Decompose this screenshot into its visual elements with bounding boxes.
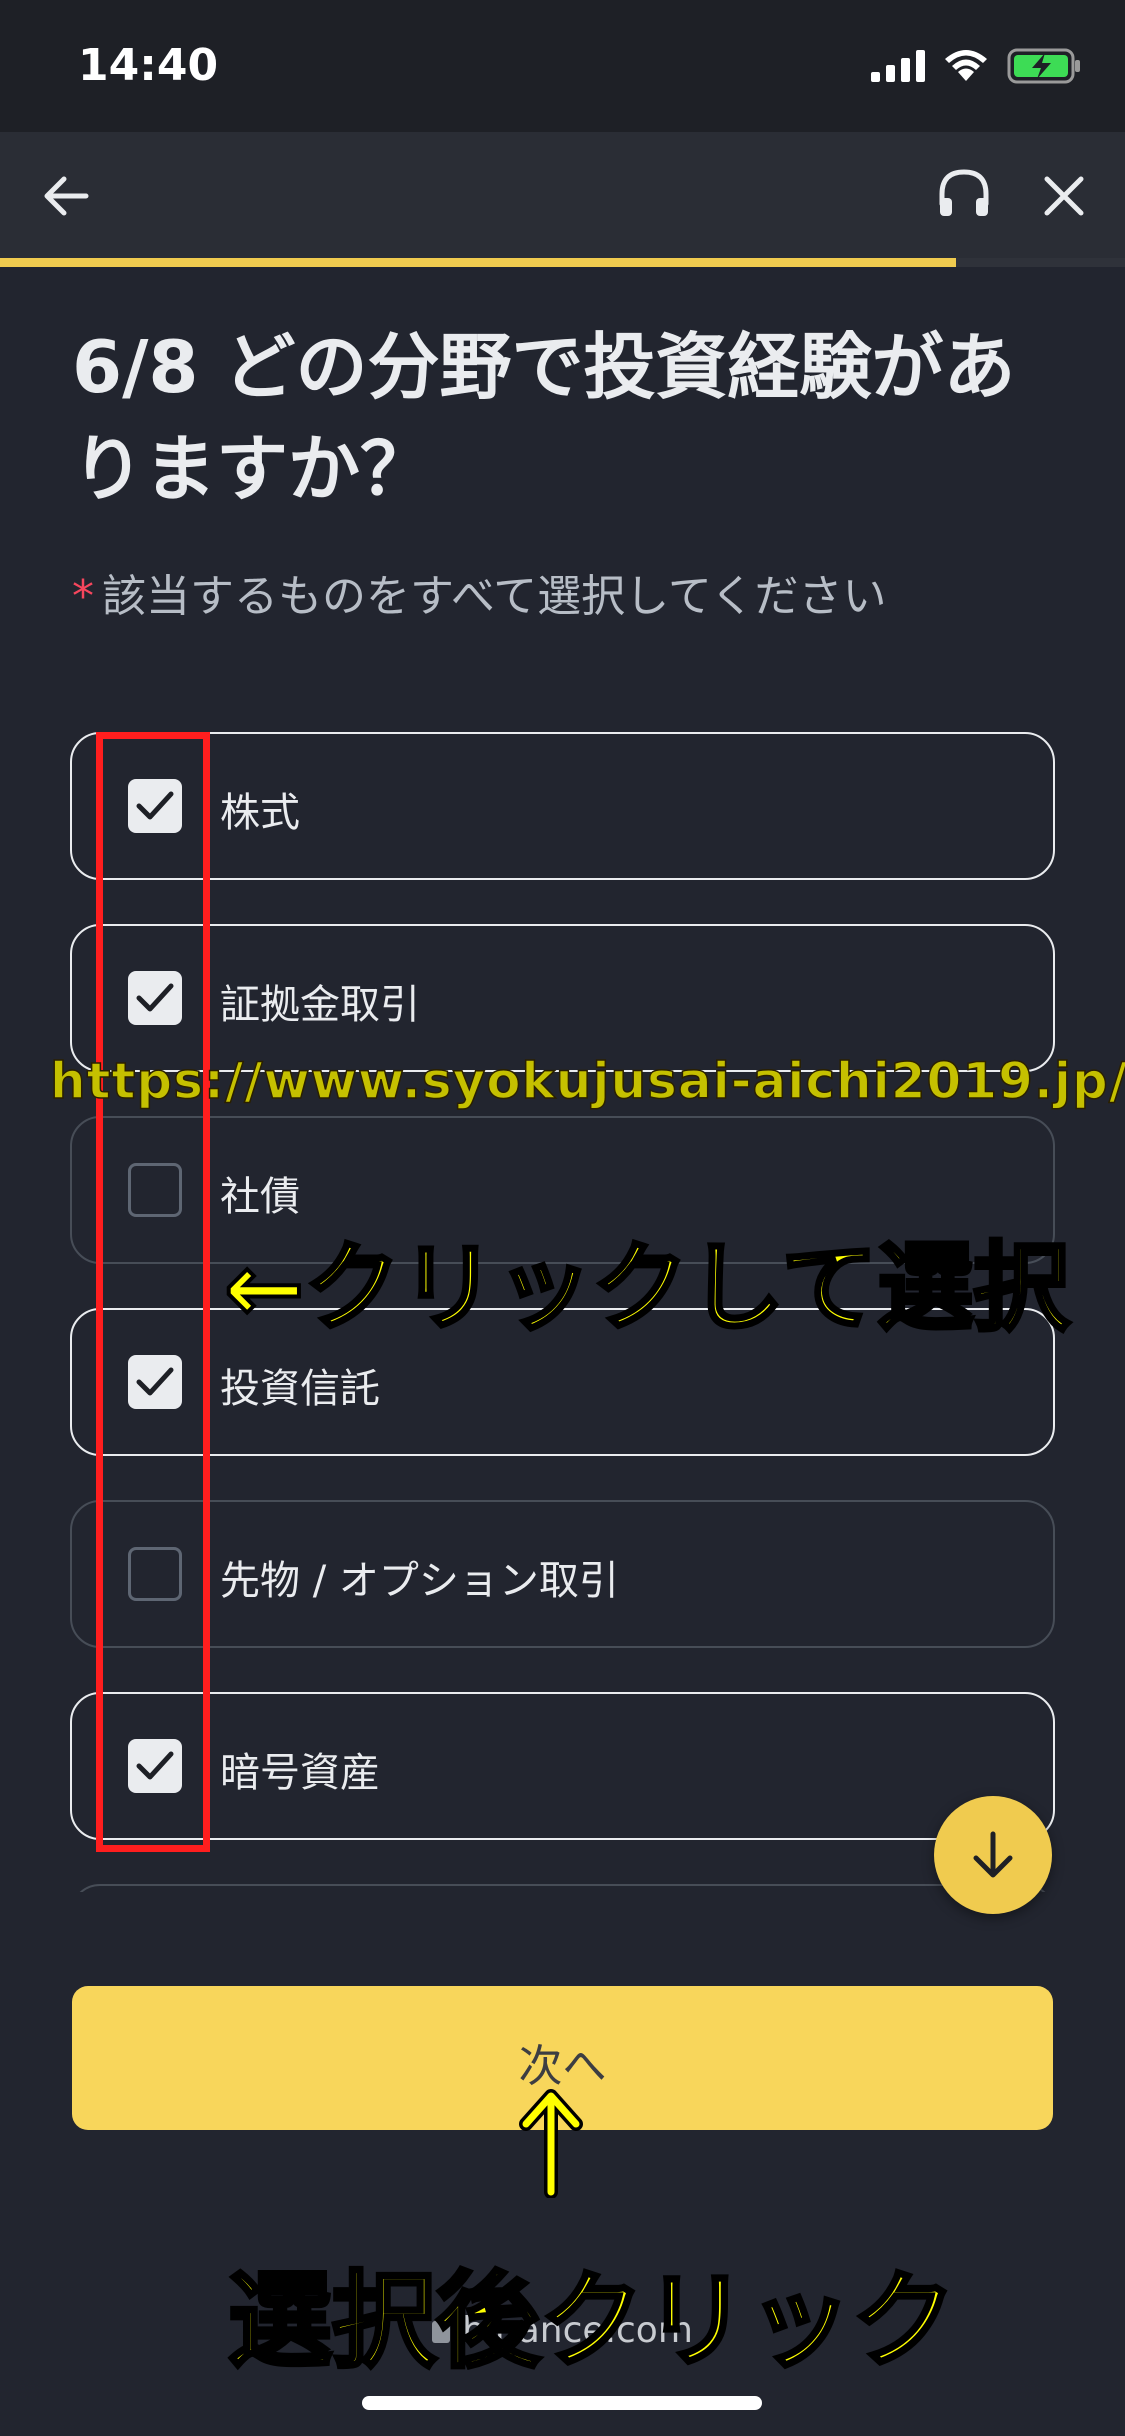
status-icons (871, 48, 1081, 84)
home-indicator[interactable] (362, 2396, 762, 2410)
progress-bar (0, 258, 1125, 267)
question-instruction: * 該当するものをすべて選択してください (72, 560, 887, 624)
close-icon[interactable] (1034, 166, 1094, 226)
option-next-partial[interactable] (70, 1884, 1055, 1892)
status-time: 14:40 (78, 40, 219, 91)
option-label: 証拠金取引 (220, 982, 420, 1028)
nav-bar (0, 132, 1125, 262)
next-button-label: 次へ (518, 2042, 607, 2091)
arrow-down-icon (973, 1831, 1013, 1878)
option-label: 先物 / オプション取引 (220, 1558, 619, 1604)
option-stocks[interactable]: 株式 (70, 732, 1055, 880)
signal-icon (871, 50, 925, 82)
watermark: https://www.syokujusai-aichi2019.jp/ (49, 1051, 1125, 1111)
option-futures-options[interactable]: 先物 / オプション取引 (70, 1500, 1055, 1648)
annotation-click-to-select: ←クリックして選択 (222, 1230, 1072, 1346)
option-crypto[interactable]: 暗号資産 (70, 1692, 1055, 1840)
option-label: 暗号資産 (220, 1750, 380, 1796)
option-label: 株式 (220, 790, 300, 836)
progress-bar-fill (0, 258, 957, 267)
required-marker: * (72, 571, 94, 622)
wifi-icon (945, 50, 987, 81)
back-arrow-icon[interactable] (36, 166, 96, 226)
status-bar: 14:40 (0, 0, 1125, 132)
annotation-click-after-select: 選択後クリック (226, 2258, 958, 2384)
instruction-text: 該当するものをすべて選択してください (102, 571, 887, 622)
battery-charging-icon (1007, 48, 1080, 84)
scroll-down-button[interactable] (934, 1796, 1052, 1914)
arrow-up-icon (519, 2089, 583, 2198)
highlight-box (96, 732, 210, 1852)
option-label: 投資信託 (220, 1366, 380, 1412)
headset-icon[interactable] (932, 162, 996, 226)
question-title: 6/8 どの分野で投資経験がありますか？ (72, 325, 1016, 511)
option-margin-trading[interactable]: 証拠金取引 (70, 924, 1055, 1072)
